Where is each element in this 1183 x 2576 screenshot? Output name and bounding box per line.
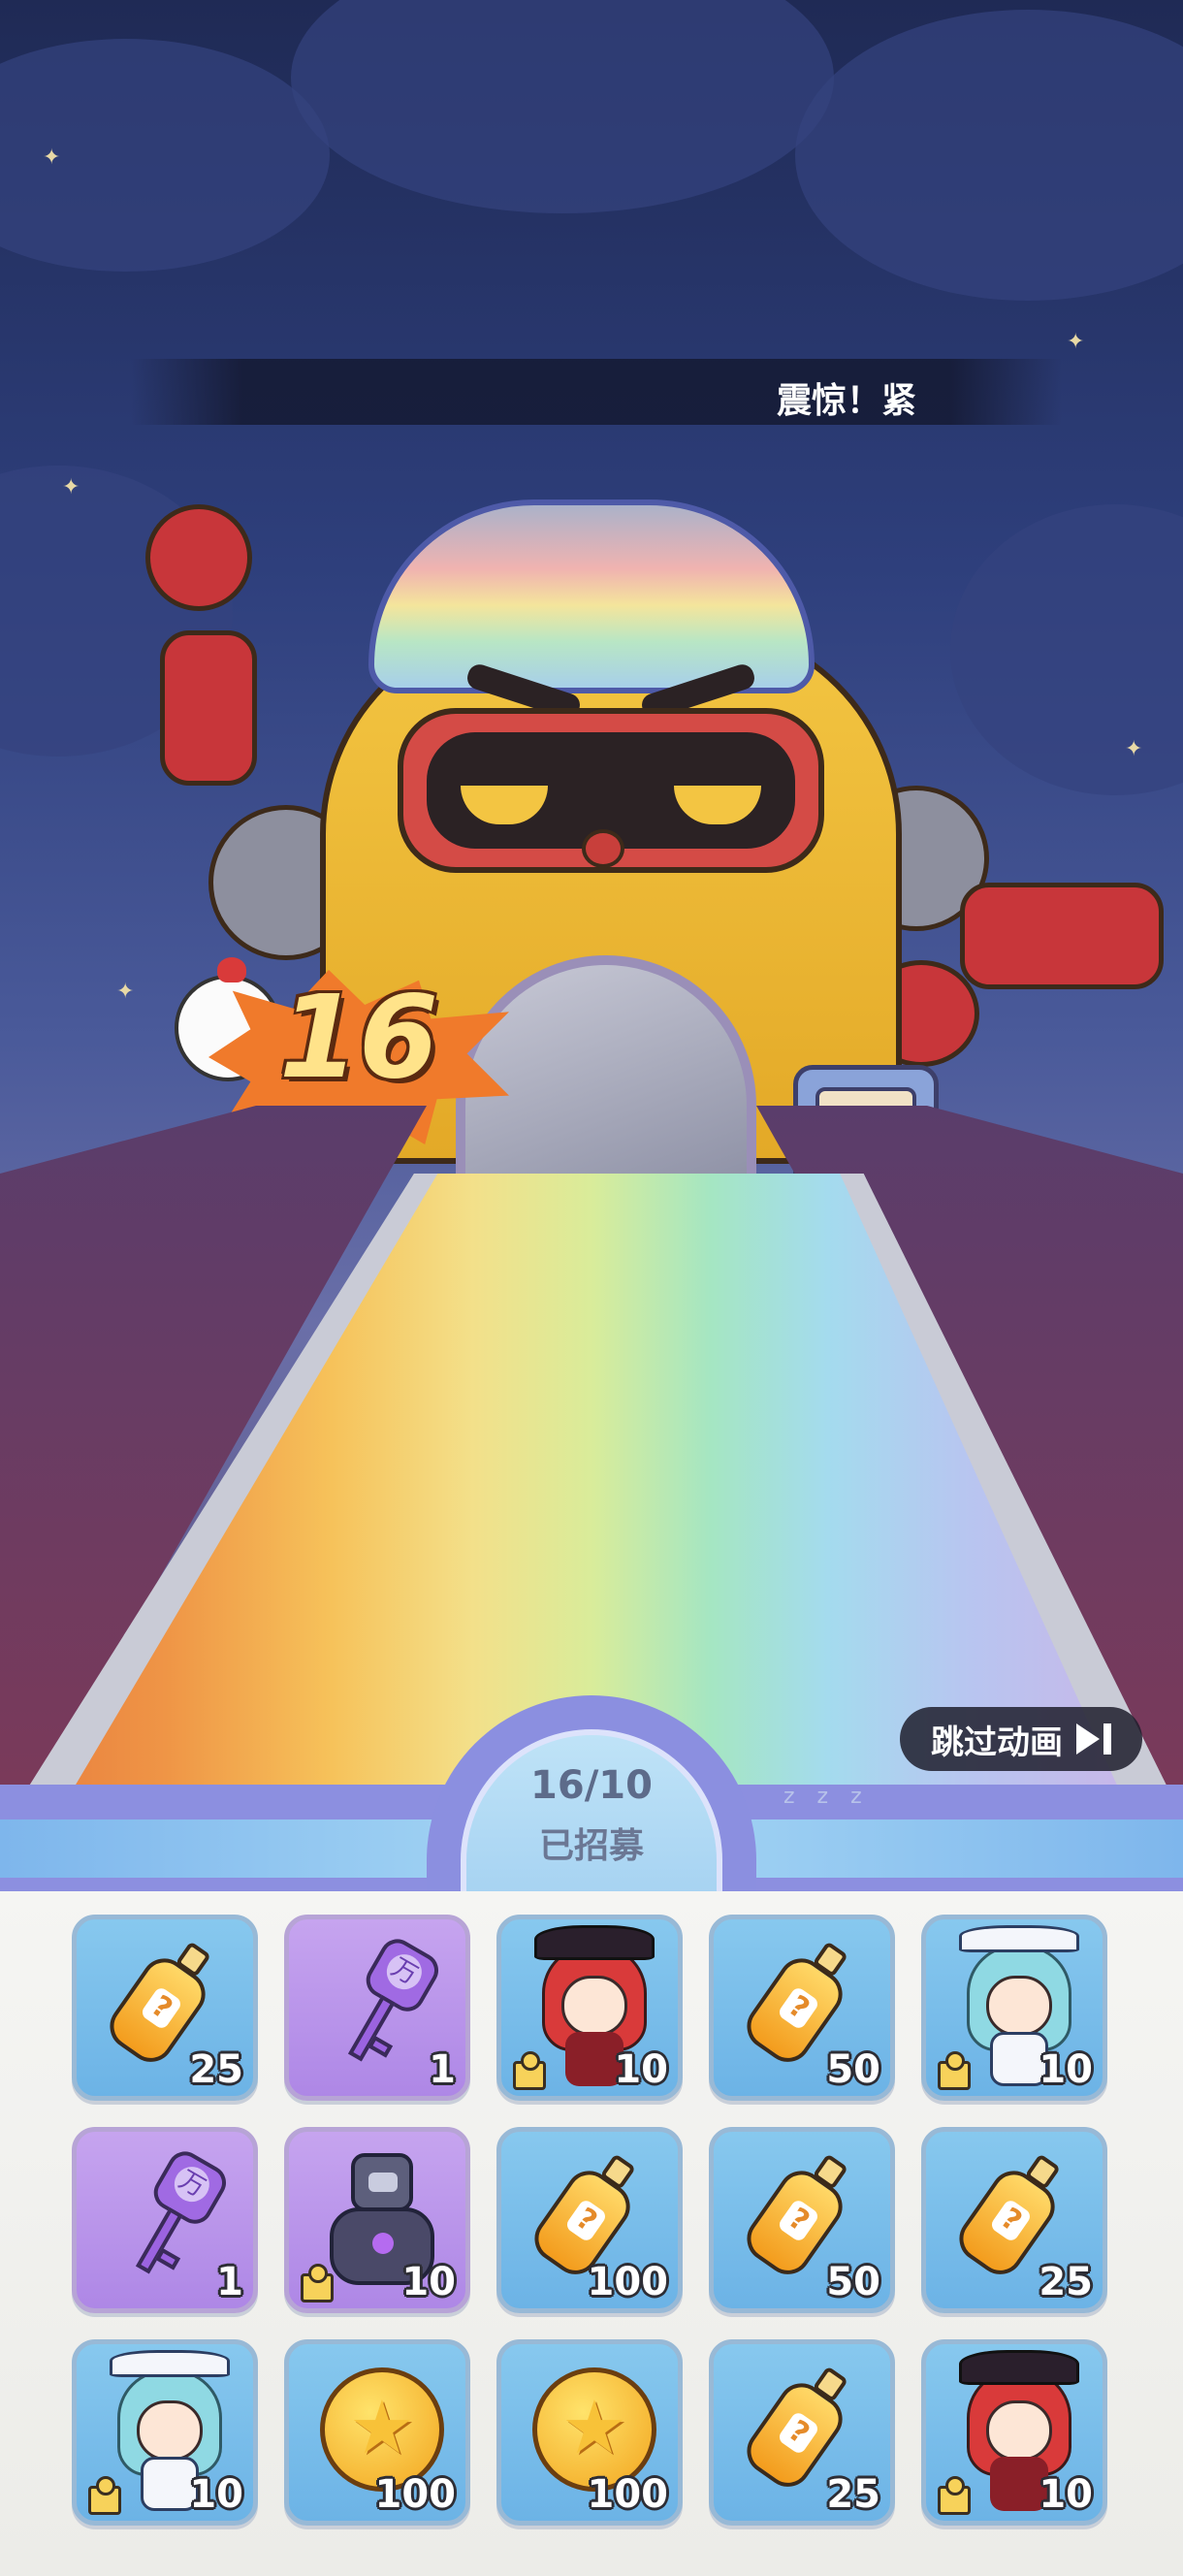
puzzle-shard-icon	[934, 2049, 973, 2090]
robot-arm-left	[160, 630, 257, 786]
reward-quantity: 50	[826, 2260, 880, 2304]
reward-card[interactable]: 10	[284, 2127, 470, 2313]
reward-quantity: 10	[401, 2260, 456, 2304]
robot-dome	[368, 499, 815, 693]
sparkle-icon: ✦	[1067, 330, 1085, 354]
reward-card[interactable]: 10	[496, 1915, 683, 2101]
puzzle-shard-icon	[509, 2049, 548, 2090]
reward-card[interactable]: 1	[284, 1915, 470, 2101]
reward-card[interactable]: 25	[921, 2127, 1107, 2313]
skip-animation-label: 跳过动画	[931, 1723, 1063, 1762]
sparkle-icon: ✦	[116, 980, 135, 1004]
robot-arm-right	[960, 883, 1164, 989]
reward-quantity: 25	[1039, 2260, 1093, 2304]
skip-forward-icon	[1076, 1723, 1111, 1755]
cloud	[291, 0, 834, 213]
announcement-text: 震惊！紧	[776, 381, 916, 421]
reward-quantity: 100	[587, 2260, 669, 2304]
reward-quantity: 10	[1039, 2047, 1093, 2092]
sparkle-icon: ✦	[43, 145, 61, 170]
reward-card[interactable]: 1	[72, 2127, 258, 2313]
reward-quantity: 25	[189, 2047, 243, 2092]
reward-quantity: 100	[587, 2472, 669, 2517]
reward-quantity: 1	[216, 2260, 243, 2304]
reward-quantity: 50	[826, 2047, 880, 2092]
reward-card[interactable]: 100	[496, 2339, 683, 2526]
reward-quantity: 100	[374, 2472, 457, 2517]
puzzle-shard-icon	[84, 2474, 123, 2515]
reward-quantity: 25	[826, 2472, 880, 2517]
reward-quantity: 1	[429, 2047, 456, 2092]
reward-card[interactable]: 10	[72, 2339, 258, 2526]
robot-shoulder-left	[145, 504, 252, 611]
skip-animation-button[interactable]: 跳过动画	[900, 1707, 1142, 1771]
rewards-grid: 25 1 10 50 10 1 10 100 50 25 10 100 100 25 10	[72, 1915, 1107, 2526]
cloud	[950, 504, 1183, 795]
reward-card[interactable]: 10	[921, 1915, 1107, 2101]
cloud	[795, 10, 1183, 301]
recruit-scene: ✦ ✦ ✦ ✦ ✦ 震惊！紧 16	[0, 0, 1183, 1891]
reward-card[interactable]: 50	[709, 2127, 895, 2313]
robot-mouth	[582, 829, 624, 868]
announcement-ticker: 震惊！紧	[131, 359, 1062, 425]
sparkle-icon: ✦	[1125, 737, 1143, 761]
pull-badge-number: 16	[278, 970, 439, 1104]
reward-card[interactable]: 25	[72, 1915, 258, 2101]
reward-quantity: 10	[614, 2047, 668, 2092]
reward-quantity: 10	[1039, 2472, 1093, 2517]
reward-card[interactable]: 10	[921, 2339, 1107, 2526]
puzzle-shard-icon	[934, 2474, 973, 2515]
reward-card[interactable]: 100	[284, 2339, 470, 2526]
reward-card[interactable]: 25	[709, 2339, 895, 2526]
sparkle-icon: ✦	[62, 475, 80, 499]
reward-card[interactable]: 50	[709, 1915, 895, 2101]
reward-quantity: 10	[189, 2472, 243, 2517]
reward-card[interactable]: 100	[496, 2127, 683, 2313]
puzzle-shard-icon	[297, 2262, 336, 2302]
recruit-counter-label: 已招募	[538, 1826, 644, 1866]
recruit-counter-value: 16/10	[530, 1763, 653, 1808]
sleep-zzz-icon: z z z	[783, 1785, 870, 1809]
